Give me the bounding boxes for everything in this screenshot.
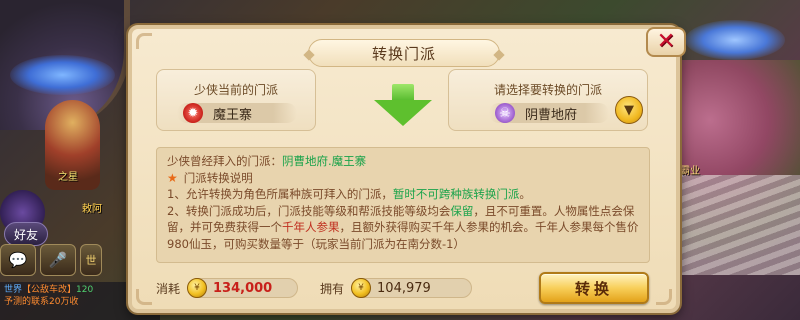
close-icon: ✕	[656, 29, 676, 54]
gold-coin-icon: ¥	[351, 278, 372, 298]
microphone-icon[interactable]: 🎤	[40, 244, 76, 276]
target-sect-heading: 请选择要转换的门派	[493, 83, 602, 97]
star-icon: ★	[167, 170, 178, 185]
character-name-label: 敕阿	[82, 204, 102, 215]
owned-label: 拥有	[320, 281, 345, 296]
corner-ornament	[136, 33, 152, 49]
current-sect-name: 魔王寨	[213, 107, 253, 123]
dialog-title-plate: 转换门派	[308, 39, 500, 67]
joined-sects-label: 少侠曾经拜入的门派：	[167, 154, 282, 168]
corner-ornament	[136, 289, 152, 305]
rule-item-2: 2、转换门派成功后，门派技能等级和帮派技能等级均会保留，且不可重置。人物属性点会…	[167, 203, 639, 251]
transfer-arrow-icon	[374, 84, 432, 128]
target-sect-name: 阴曹地府	[525, 107, 578, 123]
joined-sects-value: 阴曹地府.魔王寨	[282, 154, 367, 168]
owned-value: 104,979	[377, 280, 431, 296]
chat-bubble-icon[interactable]: 💬	[0, 244, 36, 276]
convert-button[interactable]: 转换	[539, 272, 649, 304]
rules-heading: ★ 门派转换说明	[167, 170, 639, 187]
owned-plate: ¥ 104,979	[351, 278, 473, 298]
cost-label: 消耗	[156, 281, 181, 296]
target-sect-panel: 请选择要转换的门派 ☠ 阴曹地府 ▼	[448, 69, 648, 131]
chat-toolbar: 💬 🎤 世	[0, 244, 102, 276]
cost-row: 消耗 ¥ 134,000 拥有 ¥ 104,979	[156, 277, 473, 299]
character-name-label: 之星	[58, 172, 78, 183]
transfer-info-panel: 少侠曾经拜入的门派：阴曹地府.魔王寨 ★ 门派转换说明 1、允许转换为角色所属种…	[156, 147, 650, 263]
close-button[interactable]: ✕	[646, 27, 686, 57]
target-sect-selector[interactable]: ☠ 阴曹地府	[489, 103, 609, 123]
convert-button-label: 转换	[574, 279, 613, 298]
friends-button[interactable]: 好友	[4, 222, 48, 246]
current-sect-heading: 少侠当前的门派	[193, 83, 278, 97]
rule-item-1: 1、允许转换为角色所属种族可拜入的门派，暂时不可跨种族转换门派。	[167, 187, 531, 201]
ghost-crest-icon: ☠	[495, 103, 515, 123]
joined-sects-line: 少侠曾经拜入的门派：阴曹地府.魔王寨	[167, 153, 639, 170]
sect-dropdown-button[interactable]: ▼	[615, 96, 643, 124]
rules-title: 门派转换说明	[183, 170, 253, 185]
sect-transfer-dialog: 转换门派 ✕ 少侠当前的门派 ✹ 魔王寨 请选择要转换的门派 ☠ 阴曹地府 ▼ …	[128, 25, 686, 313]
blue-portal-left	[10, 55, 115, 95]
corner-ornament	[656, 289, 672, 305]
current-sect-panel: 少侠当前的门派 ✹ 魔王寨	[156, 69, 316, 131]
gold-coin-icon: ¥	[187, 278, 208, 298]
chevron-down-icon: ▼	[624, 102, 634, 118]
dialog-title: 转换门派	[371, 44, 436, 63]
cost-plate: ¥ 134,000	[187, 278, 299, 298]
cost-value: 134,000	[213, 280, 273, 296]
blue-portal-right	[685, 20, 785, 60]
current-sect-plate: ✹ 魔王寨	[177, 103, 297, 123]
stone-stairs	[670, 175, 800, 275]
demon-crest-icon: ✹	[183, 103, 203, 123]
world-channel-button[interactable]: 世	[80, 244, 102, 276]
